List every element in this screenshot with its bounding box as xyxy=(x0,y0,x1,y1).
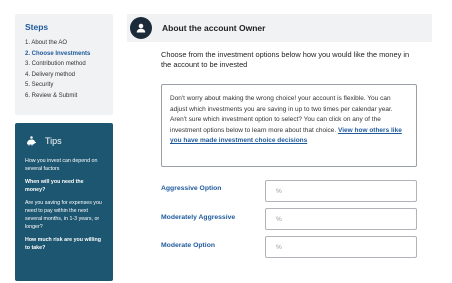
tips-panel: Tips How you invest can depend on severa… xyxy=(15,123,113,281)
piggy-bank-icon xyxy=(27,136,36,146)
aggressive-option-input[interactable] xyxy=(265,180,417,202)
tip-paragraph: How you invest can depend on several fac… xyxy=(25,158,98,172)
avatar xyxy=(130,17,152,39)
user-icon xyxy=(136,23,146,33)
steps-title: Steps xyxy=(25,22,49,32)
step-item-contribution-method[interactable]: 3. Contribution method xyxy=(25,59,113,70)
section-header: About the account Owner xyxy=(127,14,432,42)
moderately-aggressive-label: Moderately Aggressive xyxy=(161,214,236,221)
tip-paragraph: Are you saving for expenses you need to … xyxy=(25,200,102,230)
tip-question: How much risk are you willing to take? xyxy=(25,237,101,251)
tips-title: Tips xyxy=(45,136,62,146)
step-item-delivery-method[interactable]: 4. Delivery method xyxy=(25,70,113,81)
moderate-option-input[interactable] xyxy=(265,236,417,258)
info-box: Don't worry about making the wrong choic… xyxy=(161,84,417,167)
moderately-aggressive-input[interactable] xyxy=(265,208,417,230)
tips-header: Tips xyxy=(25,135,105,147)
moderate-option-label: Moderate Option xyxy=(161,242,215,249)
steps-panel: Steps 1. About the AO 2. Choose Investme… xyxy=(15,14,113,115)
page-title: About the account Owner xyxy=(162,23,266,33)
step-item-security[interactable]: 5. Security xyxy=(25,80,113,91)
step-item-choose-investments[interactable]: 2. Choose Investments xyxy=(25,49,113,60)
tip-question: When will you need the money? xyxy=(25,179,84,193)
steps-list: 1. About the AO 2. Choose Investments 3.… xyxy=(25,38,113,101)
intro-text: Choose from the investment options below… xyxy=(161,50,410,69)
step-item-about-ao[interactable]: 1. About the AO xyxy=(25,38,113,49)
aggressive-option-label: Aggressive Option xyxy=(161,185,222,192)
step-item-review-submit[interactable]: 6. Review & Submit xyxy=(25,91,113,102)
